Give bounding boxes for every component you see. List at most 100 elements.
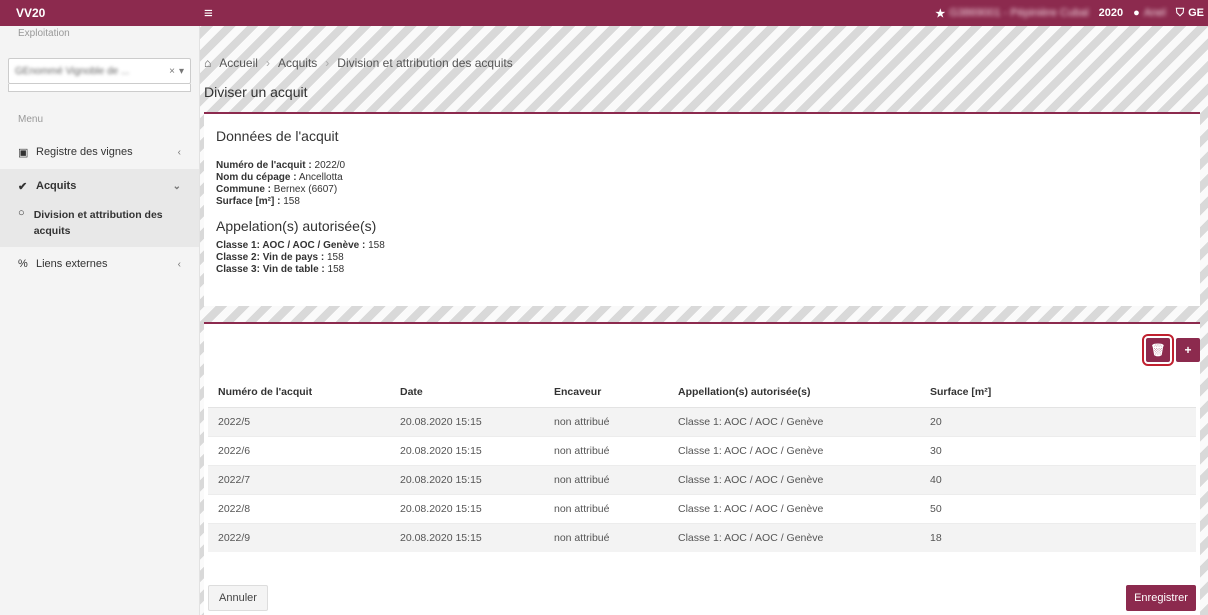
year-display[interactable]: 2020 (1099, 7, 1123, 19)
table-toolbar: 🗑 + (1142, 334, 1200, 366)
user-icon: ● (1133, 7, 1140, 19)
cell-numero: 2022/6 (208, 435, 390, 465)
cell-date: 20.08.2020 15:15 (390, 406, 544, 436)
exploitation-label: Exploitation (18, 28, 70, 39)
map-icon: ▣ (18, 146, 29, 159)
canton-code: GE (1188, 7, 1204, 19)
user-name: Anel (1143, 7, 1166, 19)
cell-encaveur: non attribué (544, 493, 668, 523)
column-header[interactable]: Numéro de l'acquit (208, 378, 390, 408)
exploitation-select-value: GEnommé Vignoble de ... (15, 65, 130, 77)
cell-appellation: Classe 1: AOC / AOC / Genève (668, 522, 920, 552)
sidebar-item-label: Liens externes (36, 258, 108, 270)
column-header[interactable]: Surface [m²] (920, 378, 1040, 408)
breadcrumb-current: Division et attribution des acquits (337, 56, 513, 70)
shield-icon: ⛉ (1175, 6, 1185, 19)
add-button[interactable]: + (1176, 338, 1200, 362)
sidebar-item-label: Registre des vignes (36, 146, 133, 158)
table-row[interactable]: 2022/7 20.08.2020 15:15 non attribué Cla… (208, 464, 1196, 494)
sidebar-subitem-label: Division et attribution des acquits (33, 209, 163, 237)
cell-date: 20.08.2020 15:15 (390, 522, 544, 552)
circle-icon: ○ (18, 207, 25, 219)
column-header[interactable]: Date (390, 378, 544, 408)
cell-surface: 50 (920, 493, 1040, 523)
appellation-class-3: Classe 3: Vin de table : 158 (216, 264, 345, 275)
exploitation-selector[interactable]: ★ G3869001 - Pépinière Cubal (935, 7, 1088, 20)
breadcrumb: ⌂ Accueil › Acquits › Division et attrib… (204, 56, 513, 70)
cell-surface: 18 (920, 522, 1040, 552)
clear-icon[interactable]: × (169, 66, 175, 77)
table-row[interactable]: 2022/5 20.08.2020 15:15 non attribué Cla… (208, 406, 1196, 436)
link-icon: % (18, 258, 28, 270)
sidebar-subitem-division[interactable]: ○ Division et attribution des acquits (0, 203, 199, 247)
chevron-down-icon: ⌄ (172, 180, 181, 192)
breadcrumb-acquits[interactable]: Acquits (278, 56, 317, 70)
cell-numero: 2022/5 (208, 406, 390, 436)
chevron-left-icon: ‹ (177, 258, 181, 270)
breadcrumb-home[interactable]: Accueil (219, 56, 258, 70)
menu-toggle-icon[interactable]: ≡ (200, 5, 213, 22)
acquit-numero: Numéro de l'acquit : 2022/0 (216, 160, 346, 171)
column-header (1040, 378, 1196, 408)
cell-surface: 20 (920, 406, 1040, 436)
acquit-surface: Surface [m²] : 158 (216, 196, 300, 207)
user-menu[interactable]: ● Anel (1133, 7, 1166, 19)
cell-encaveur: non attribué (544, 522, 668, 552)
appellation-class-1: Classe 1: AOC / AOC / Genève : 158 (216, 240, 385, 251)
cancel-button[interactable]: Annuler (208, 585, 268, 611)
cell-empty (1040, 464, 1196, 494)
cell-appellation: Classe 1: AOC / AOC / Genève (668, 406, 920, 436)
cell-empty (1040, 435, 1196, 465)
division-card: 🗑 + Numéro de l'acquit Date Encaveur App… (204, 322, 1200, 615)
column-header[interactable]: Appellation(s) autorisée(s) (668, 378, 920, 408)
appellation-class-2: Classe 2: Vin de pays : 158 (216, 252, 344, 263)
breadcrumb-separator: › (325, 56, 330, 70)
acquit-cepage: Nom du cépage : Ancellotta (216, 172, 343, 183)
cell-numero: 2022/8 (208, 493, 390, 523)
sidebar: Exploitation GEnommé Vignoble de ... × ▾… (0, 26, 200, 615)
cell-date: 20.08.2020 15:15 (390, 435, 544, 465)
save-button[interactable]: Enregistrer (1126, 585, 1196, 611)
sidebar-item-liens[interactable]: % Liens externes ‹ (0, 247, 199, 281)
table-row[interactable]: 2022/9 20.08.2020 15:15 non attribué Cla… (208, 522, 1196, 552)
cell-empty (1040, 493, 1196, 523)
sidebar-item-registre[interactable]: ▣ Registre des vignes ‹ (0, 135, 199, 169)
trash-icon: 🗑 (1150, 343, 1166, 357)
page-title: Diviser un acquit (204, 84, 308, 100)
table-row[interactable]: 2022/8 20.08.2020 15:15 non attribué Cla… (208, 493, 1196, 523)
cell-encaveur: non attribué (544, 406, 668, 436)
cell-date: 20.08.2020 15:15 (390, 493, 544, 523)
top-navbar: VV20 ≡ ★ G3869001 - Pépinière Cubal 2020… (0, 0, 1208, 26)
cell-empty (1040, 406, 1196, 436)
star-icon: ★ (935, 7, 946, 20)
cell-encaveur: non attribué (544, 435, 668, 465)
chevron-left-icon: ‹ (177, 146, 181, 158)
canton-menu[interactable]: ⛉ GE (1176, 7, 1204, 20)
sidebar-item-label: Acquits (36, 180, 77, 192)
breadcrumb-separator: › (265, 56, 270, 70)
cell-surface: 40 (920, 464, 1040, 494)
cell-date: 20.08.2020 15:15 (390, 464, 544, 494)
plus-icon: + (1184, 343, 1192, 357)
cell-numero: 2022/9 (208, 522, 390, 552)
chevron-down-icon[interactable]: ▾ (179, 66, 184, 77)
acquit-details-heading: Données de l'acquit (216, 128, 339, 144)
cell-appellation: Classe 1: AOC / AOC / Genève (668, 493, 920, 523)
acquits-table: Numéro de l'acquit Date Encaveur Appella… (208, 378, 1196, 552)
exploitation-select[interactable]: GEnommé Vignoble de ... × ▾ (8, 58, 191, 84)
check-circle-icon: ✔ (18, 180, 28, 193)
cell-empty (1040, 522, 1196, 552)
cell-numero: 2022/7 (208, 464, 390, 494)
column-header[interactable]: Encaveur (544, 378, 668, 408)
cell-appellation: Classe 1: AOC / AOC / Genève (668, 464, 920, 494)
cell-surface: 30 (920, 435, 1040, 465)
select-underlay (8, 84, 191, 92)
main-content: ⌂ Accueil › Acquits › Division et attrib… (200, 26, 1208, 615)
delete-button[interactable]: 🗑 (1142, 334, 1174, 366)
exploitation-name: G3869001 - Pépinière Cubal (949, 7, 1089, 19)
app-brand[interactable]: VV20 (0, 6, 200, 20)
table-row[interactable]: 2022/6 20.08.2020 15:15 non attribué Cla… (208, 435, 1196, 465)
appellations-heading: Appelation(s) autorisée(s) (216, 218, 377, 234)
sidebar-item-acquits[interactable]: ✔ Acquits ⌄ (0, 169, 199, 203)
acquit-details-card: Données de l'acquit Numéro de l'acquit :… (204, 112, 1200, 306)
